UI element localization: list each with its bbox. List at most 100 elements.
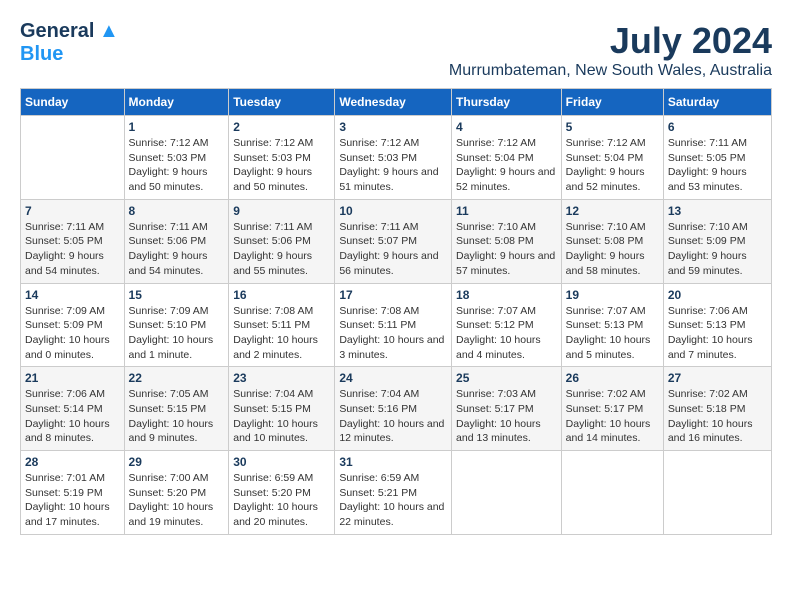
day-info: Sunrise: 7:04 AMSunset: 5:16 PMDaylight:… (339, 387, 447, 446)
day-number: 24 (339, 371, 447, 385)
day-info: Sunrise: 7:11 AMSunset: 5:05 PMDaylight:… (25, 220, 120, 279)
day-info: Sunrise: 7:10 AMSunset: 5:08 PMDaylight:… (566, 220, 659, 279)
day-number: 28 (25, 455, 120, 469)
calendar-cell: 13 Sunrise: 7:10 AMSunset: 5:09 PMDayligh… (663, 199, 771, 283)
day-info: Sunrise: 7:03 AMSunset: 5:17 PMDaylight:… (456, 387, 557, 446)
calendar-cell: 14 Sunrise: 7:09 AMSunset: 5:09 PMDayligh… (21, 283, 125, 367)
calendar-cell: 12Sunrise: 7:10 AMSunset: 5:08 PMDayligh… (561, 199, 663, 283)
day-info: Sunrise: 7:04 AMSunset: 5:15 PMDaylight:… (233, 387, 330, 446)
calendar-header-row: SundayMondayTuesdayWednesdayThursdayFrid… (21, 89, 772, 116)
calendar-cell: 18 Sunrise: 7:07 AMSunset: 5:12 PMDayligh… (452, 283, 562, 367)
calendar-week-row: 1 Sunrise: 7:12 AMSunset: 5:03 PMDaylight… (21, 116, 772, 200)
calendar-week-row: 21 Sunrise: 7:06 AMSunset: 5:14 PMDayligh… (21, 367, 772, 451)
calendar-cell (561, 451, 663, 535)
day-number: 13 (668, 204, 767, 218)
calendar-cell: 20 Sunrise: 7:06 AMSunset: 5:13 PMDayligh… (663, 283, 771, 367)
day-info: Sunrise: 7:01 AMSunset: 5:19 PMDaylight:… (25, 471, 120, 530)
calendar-cell: 11Sunrise: 7:10 AMSunset: 5:08 PMDayligh… (452, 199, 562, 283)
day-number: 21 (25, 371, 120, 385)
calendar-cell: 15Sunrise: 7:09 AMSunset: 5:10 PMDayligh… (124, 283, 229, 367)
calendar-cell: 3Sunrise: 7:12 AMSunset: 5:03 PMDaylight… (335, 116, 452, 200)
day-number: 2 (233, 120, 330, 134)
calendar-cell: 7 Sunrise: 7:11 AMSunset: 5:05 PMDaylight… (21, 199, 125, 283)
day-info: Sunrise: 7:06 AMSunset: 5:14 PMDaylight:… (25, 387, 120, 446)
day-info: Sunrise: 7:12 AMSunset: 5:03 PMDaylight:… (339, 136, 447, 195)
calendar-week-row: 28 Sunrise: 7:01 AMSunset: 5:19 PMDayligh… (21, 451, 772, 535)
calendar-cell: 17 Sunrise: 7:08 AMSunset: 5:11 PMDayligh… (335, 283, 452, 367)
day-number: 16 (233, 288, 330, 302)
day-number: 9 (233, 204, 330, 218)
calendar-table: SundayMondayTuesdayWednesdayThursdayFrid… (20, 88, 772, 535)
day-info: Sunrise: 7:11 AMSunset: 5:06 PMDaylight:… (129, 220, 225, 279)
calendar-cell: 2 Sunrise: 7:12 AMSunset: 5:03 PMDaylight… (229, 116, 335, 200)
day-info: Sunrise: 7:05 AMSunset: 5:15 PMDaylight:… (129, 387, 225, 446)
day-number: 10 (339, 204, 447, 218)
column-header-monday: Monday (124, 89, 229, 116)
day-number: 19 (566, 288, 659, 302)
calendar-week-row: 14 Sunrise: 7:09 AMSunset: 5:09 PMDayligh… (21, 283, 772, 367)
day-info: Sunrise: 7:11 AMSunset: 5:06 PMDaylight:… (233, 220, 330, 279)
calendar-cell (21, 116, 125, 200)
day-info: Sunrise: 7:07 AMSunset: 5:12 PMDaylight:… (456, 304, 557, 363)
day-info: Sunrise: 7:08 AMSunset: 5:11 PMDaylight:… (339, 304, 447, 363)
day-number: 29 (129, 455, 225, 469)
day-info: Sunrise: 7:11 AMSunset: 5:07 PMDaylight:… (339, 220, 447, 279)
calendar-cell: 29 Sunrise: 7:00 AMSunset: 5:20 PMDayligh… (124, 451, 229, 535)
logo-blue: Blue (20, 43, 63, 65)
day-number: 4 (456, 120, 557, 134)
day-info: Sunrise: 7:06 AMSunset: 5:13 PMDaylight:… (668, 304, 767, 363)
calendar-cell: 16 Sunrise: 7:08 AMSunset: 5:11 PMDayligh… (229, 283, 335, 367)
logo-bird-icon: ▲ (99, 20, 119, 42)
month-year-title: July 2024 (449, 20, 772, 62)
column-header-thursday: Thursday (452, 89, 562, 116)
logo: General ▲ Blue (20, 20, 119, 66)
day-info: Sunrise: 7:12 AMSunset: 5:03 PMDaylight:… (129, 136, 225, 195)
day-number: 18 (456, 288, 557, 302)
calendar-week-row: 7 Sunrise: 7:11 AMSunset: 5:05 PMDaylight… (21, 199, 772, 283)
day-info: Sunrise: 7:09 AMSunset: 5:09 PMDaylight:… (25, 304, 120, 363)
day-info: Sunrise: 7:12 AMSunset: 5:04 PMDaylight:… (456, 136, 557, 195)
calendar-cell: 6Sunrise: 7:11 AMSunset: 5:05 PMDaylight… (663, 116, 771, 200)
column-header-saturday: Saturday (663, 89, 771, 116)
day-info: Sunrise: 7:08 AMSunset: 5:11 PMDaylight:… (233, 304, 330, 363)
day-number: 7 (25, 204, 120, 218)
day-info: Sunrise: 6:59 AMSunset: 5:20 PMDaylight:… (233, 471, 330, 530)
day-info: Sunrise: 6:59 AMSunset: 5:21 PMDaylight:… (339, 471, 447, 530)
calendar-cell: 22Sunrise: 7:05 AMSunset: 5:15 PMDayligh… (124, 367, 229, 451)
calendar-cell: 30 Sunrise: 6:59 AMSunset: 5:20 PMDayligh… (229, 451, 335, 535)
day-info: Sunrise: 7:10 AMSunset: 5:09 PMDaylight:… (668, 220, 767, 279)
column-header-tuesday: Tuesday (229, 89, 335, 116)
day-number: 17 (339, 288, 447, 302)
day-info: Sunrise: 7:02 AMSunset: 5:18 PMDaylight:… (668, 387, 767, 446)
calendar-cell: 1 Sunrise: 7:12 AMSunset: 5:03 PMDaylight… (124, 116, 229, 200)
day-info: Sunrise: 7:00 AMSunset: 5:20 PMDaylight:… (129, 471, 225, 530)
day-number: 8 (129, 204, 225, 218)
day-info: Sunrise: 7:02 AMSunset: 5:17 PMDaylight:… (566, 387, 659, 446)
day-number: 1 (129, 120, 225, 134)
day-number: 27 (668, 371, 767, 385)
calendar-cell: 19Sunrise: 7:07 AMSunset: 5:13 PMDayligh… (561, 283, 663, 367)
day-number: 26 (566, 371, 659, 385)
calendar-cell: 28 Sunrise: 7:01 AMSunset: 5:19 PMDayligh… (21, 451, 125, 535)
day-info: Sunrise: 7:10 AMSunset: 5:08 PMDaylight:… (456, 220, 557, 279)
day-info: Sunrise: 7:12 AMSunset: 5:03 PMDaylight:… (233, 136, 330, 195)
calendar-cell (452, 451, 562, 535)
calendar-cell: 9 Sunrise: 7:11 AMSunset: 5:06 PMDaylight… (229, 199, 335, 283)
calendar-cell: 26 Sunrise: 7:02 AMSunset: 5:17 PMDayligh… (561, 367, 663, 451)
page-header: General ▲ Blue July 2024 Murrumbateman, … (20, 20, 772, 80)
day-number: 14 (25, 288, 120, 302)
calendar-cell: 10 Sunrise: 7:11 AMSunset: 5:07 PMDayligh… (335, 199, 452, 283)
column-header-wednesday: Wednesday (335, 89, 452, 116)
day-number: 30 (233, 455, 330, 469)
column-header-sunday: Sunday (21, 89, 125, 116)
calendar-cell: 27 Sunrise: 7:02 AMSunset: 5:18 PMDayligh… (663, 367, 771, 451)
day-number: 15 (129, 288, 225, 302)
calendar-cell: 24 Sunrise: 7:04 AMSunset: 5:16 PMDayligh… (335, 367, 452, 451)
day-number: 23 (233, 371, 330, 385)
calendar-cell: 21 Sunrise: 7:06 AMSunset: 5:14 PMDayligh… (21, 367, 125, 451)
day-number: 31 (339, 455, 447, 469)
calendar-cell: 23 Sunrise: 7:04 AMSunset: 5:15 PMDayligh… (229, 367, 335, 451)
logo-general: General (20, 20, 94, 42)
day-number: 6 (668, 120, 767, 134)
day-number: 20 (668, 288, 767, 302)
